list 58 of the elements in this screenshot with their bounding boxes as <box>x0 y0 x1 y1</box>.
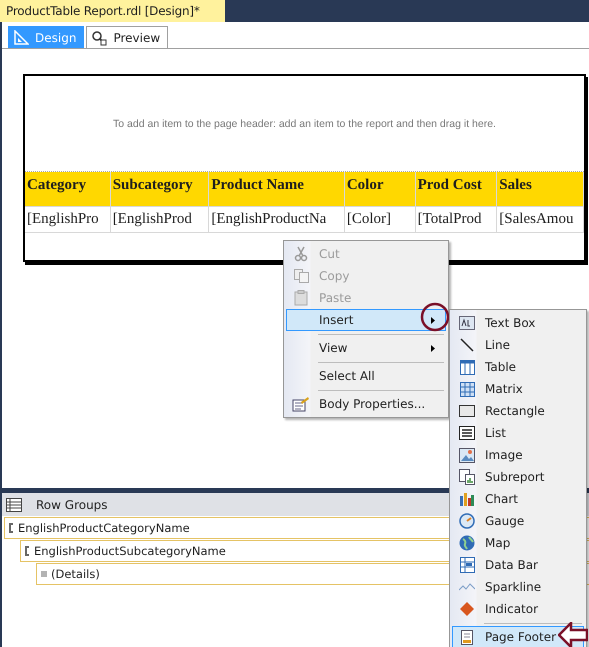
table-cell: [EnglishProductNa <box>209 207 345 232</box>
globe-icon <box>459 535 475 551</box>
header-hint: To add an item to the page header: add an item to the report and then drag it here. <box>113 118 496 130</box>
column-header: Product Name <box>209 172 345 206</box>
menu-item[interactable]: Chart <box>452 488 584 510</box>
bar-chart-icon <box>459 491 475 507</box>
menu-item[interactable]: Select All <box>286 365 446 387</box>
highlight-circle <box>420 302 450 332</box>
menu-item[interactable]: Text Box <box>452 312 584 334</box>
subreport-icon <box>459 469 475 485</box>
table-cell: [EnglishProd <box>110 207 210 232</box>
menu-item[interactable]: List <box>452 422 584 444</box>
column-header: Subcategory <box>110 172 210 206</box>
column-header: Category <box>25 172 111 206</box>
data-bar-icon <box>460 557 474 573</box>
menu-item[interactable]: Insert <box>286 309 446 331</box>
paste-icon <box>294 290 308 306</box>
table-icon <box>460 360 474 374</box>
magnifier-icon <box>91 30 108 46</box>
menu-item[interactable]: View <box>286 337 446 359</box>
menu-item[interactable]: Table <box>452 356 584 378</box>
table-cell: [EnglishPro <box>25 207 111 232</box>
menu-item[interactable]: Body Properties... <box>286 393 446 415</box>
column-header: Color <box>344 172 416 206</box>
bracket-icon <box>9 523 14 533</box>
rectangle-icon <box>459 405 475 417</box>
bracket-icon <box>25 546 30 556</box>
column-header: Sales <box>497 172 584 206</box>
table-cell: [Color] <box>344 207 416 232</box>
row-groups-title: Row Groups <box>36 498 108 512</box>
menu-item[interactable]: Line <box>452 334 584 356</box>
properties-icon <box>292 396 310 412</box>
grid-icon <box>460 382 474 396</box>
submenu-arrow-icon <box>431 316 435 324</box>
lines-icon <box>41 571 47 577</box>
list-icon <box>6 498 22 512</box>
diamond-icon <box>460 602 474 616</box>
table-cell: [TotalProd <box>416 207 498 232</box>
list-icon <box>459 426 475 440</box>
page-footer-icon <box>461 630 473 644</box>
scissors-icon <box>294 246 308 262</box>
menu-item[interactable]: Subreport <box>452 466 584 488</box>
sparkline-icon <box>459 582 475 592</box>
column-header: Prod Cost <box>416 172 498 206</box>
table-cell: [SalesAmou <box>497 207 584 232</box>
menu-item[interactable]: Indicator <box>452 598 584 620</box>
line-icon <box>460 338 474 352</box>
menu-item[interactable]: Matrix <box>452 378 584 400</box>
copy-icon <box>294 269 308 283</box>
ruler-icon <box>13 30 29 46</box>
gauge-icon <box>459 513 475 529</box>
document-tab[interactable]: ProductTable Report.rdl [Design]* <box>0 0 225 22</box>
text-box-icon <box>459 316 475 330</box>
menu-item[interactable]: Image <box>452 444 584 466</box>
menu-item[interactable]: Rectangle <box>452 400 584 422</box>
image-icon <box>459 448 475 462</box>
view-tab[interactable]: Preview <box>86 26 168 48</box>
submenu-arrow-icon <box>431 344 435 352</box>
